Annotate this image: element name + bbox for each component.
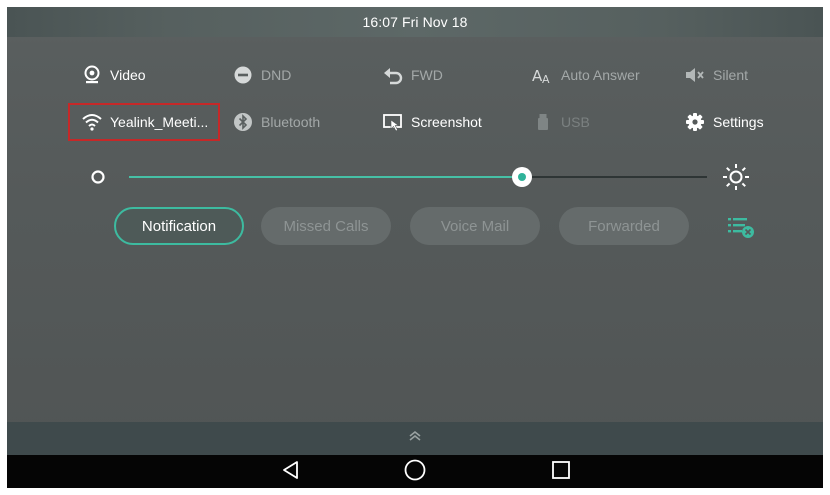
home-button[interactable]: [401, 458, 429, 486]
dnd-icon: [232, 64, 254, 86]
back-triangle-icon: [280, 459, 302, 486]
tab-missed-calls[interactable]: Missed Calls: [261, 207, 391, 245]
brightness-slider[interactable]: [7, 162, 823, 192]
quick-settings-row-1: Video DND FWD AA Auto Answer Silent: [7, 60, 823, 90]
screenshot-label: Screenshot: [411, 114, 482, 130]
toggle-fwd-label: FWD: [411, 67, 443, 83]
phone-screenshot-frame: 16:07 Fri Nov 18 Video DND FWD A A Auto …: [0, 0, 830, 495]
toggle-usb[interactable]: USB: [532, 107, 590, 137]
bluetooth-icon: [232, 111, 254, 133]
notification-tabs: Notification Missed Calls Voice Mail For…: [7, 207, 823, 247]
silent-icon: [684, 64, 706, 86]
toggle-bluetooth[interactable]: Bluetooth: [232, 107, 320, 137]
toggle-silent-label: Silent: [713, 67, 749, 83]
navigation-bar: [7, 455, 823, 488]
toggle-bluetooth-label: Bluetooth: [261, 114, 321, 130]
usb-icon: [532, 111, 554, 133]
clear-notifications-icon[interactable]: [726, 214, 756, 245]
forward-icon: [382, 64, 404, 86]
recents-square-icon: [550, 459, 572, 486]
toggle-fwd[interactable]: FWD: [382, 60, 443, 90]
brightness-low-icon: [89, 168, 107, 191]
tab-notification[interactable]: Notification: [114, 207, 244, 245]
svg-text:A: A: [542, 73, 550, 85]
screen: 16:07 Fri Nov 18 Video DND FWD A A Auto …: [7, 7, 823, 488]
brightness-thumb[interactable]: [512, 167, 532, 187]
toggle-dnd-label: DND: [261, 67, 292, 83]
tab-voice-mail[interactable]: Voice Mail: [410, 207, 540, 245]
expand-handle-bar[interactable]: [7, 422, 823, 455]
video-icon: [81, 64, 103, 86]
toggle-silent[interactable]: Silent: [684, 60, 748, 90]
chevron-up-double-icon: [407, 429, 423, 448]
auto-answer-icon: AA: [532, 64, 554, 86]
toggle-video-label: Video: [110, 67, 146, 83]
brightness-track-filled: [129, 176, 521, 178]
toggle-video[interactable]: Video: [81, 60, 146, 90]
recents-button[interactable]: [547, 458, 575, 486]
settings-icon: [684, 111, 706, 133]
status-time: 16:07 Fri Nov 18: [362, 14, 468, 30]
toggle-dnd[interactable]: DND: [232, 60, 291, 90]
back-button[interactable]: [277, 458, 305, 486]
status-bar: 16:07 Fri Nov 18: [7, 7, 823, 37]
toggle-auto-answer[interactable]: AA Auto Answer: [532, 60, 640, 90]
brightness-track-empty: [529, 176, 707, 178]
settings-label: Settings: [713, 114, 764, 130]
brightness-high-icon: [721, 162, 751, 197]
toggle-usb-label: USB: [561, 114, 590, 130]
toggle-auto-answer-label: Auto Answer: [561, 67, 640, 83]
home-circle-icon: [403, 458, 427, 487]
screenshot-button[interactable]: Screenshot: [382, 107, 482, 137]
tab-forwarded[interactable]: Forwarded: [559, 207, 689, 245]
wifi-highlight-box: [68, 103, 220, 141]
settings-button[interactable]: Settings: [684, 107, 764, 137]
screenshot-icon: [382, 111, 404, 133]
